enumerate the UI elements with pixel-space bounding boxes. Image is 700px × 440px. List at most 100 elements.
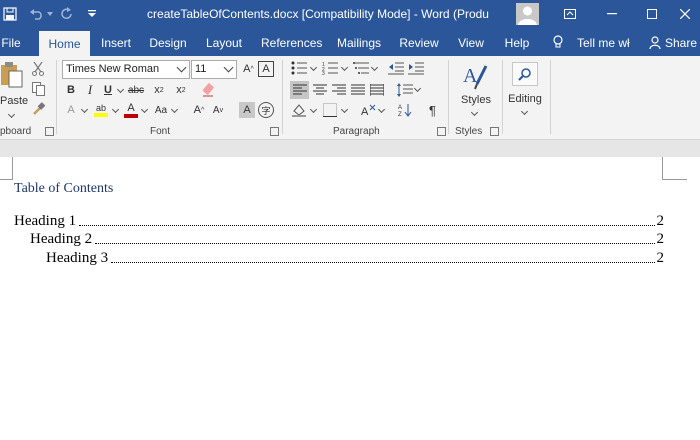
find-icon[interactable] (512, 62, 538, 86)
highlight-dropdown-icon[interactable] (111, 105, 120, 114)
customize-qat-icon[interactable] (84, 0, 100, 28)
align-center-icon[interactable] (311, 81, 328, 99)
distributed-icon[interactable] (368, 81, 385, 99)
tab-review[interactable]: Review (399, 28, 439, 56)
paste-icon[interactable] (0, 62, 24, 88)
align-left-icon[interactable] (290, 81, 309, 99)
show-hide-marks-icon[interactable]: ¶ (424, 102, 441, 118)
bold-icon[interactable]: B (63, 82, 79, 98)
tell-me-search[interactable]: Tell me wł (552, 28, 638, 56)
page-margin-corner-left (0, 157, 13, 180)
font-name-value: Times New Roman (66, 63, 160, 75)
toc-leader-dots (111, 262, 655, 263)
line-spacing-dropdown-icon[interactable] (413, 84, 422, 93)
svg-text:A: A (398, 105, 402, 111)
tab-help[interactable]: Help (503, 28, 531, 56)
text-effects-dropdown-icon[interactable] (80, 105, 89, 114)
ribbon: Paste pboard Times New Roman 11 A ^ A B I… (0, 56, 700, 140)
format-painter-icon[interactable] (30, 101, 46, 117)
asian-layout-dropdown-icon[interactable] (377, 105, 386, 114)
styles-button-label[interactable]: Styles (456, 93, 496, 107)
character-shading-icon[interactable]: A (239, 102, 255, 118)
decrease-font-icon[interactable]: Av (210, 102, 226, 118)
numbering-icon[interactable]: 123 (321, 60, 339, 76)
font-launcher-icon[interactable] (270, 127, 279, 136)
change-case-dropdown-icon[interactable] (170, 105, 179, 114)
tab-insert[interactable]: Insert (98, 28, 134, 56)
increase-font-icon[interactable]: A ^ (191, 102, 207, 118)
cut-icon[interactable] (30, 61, 46, 77)
font-color-icon[interactable]: A (123, 100, 139, 120)
bullets-dropdown-icon[interactable] (309, 63, 318, 72)
tab-mailings[interactable]: Mailings (335, 28, 383, 56)
asian-layout-icon[interactable]: A (358, 102, 378, 118)
justify-icon[interactable] (349, 81, 366, 99)
tab-file[interactable]: File (0, 28, 22, 56)
styles-launcher-icon[interactable] (490, 127, 499, 136)
share-button[interactable]: Share (648, 28, 698, 56)
close-icon[interactable] (670, 0, 700, 28)
toc-title[interactable]: Table of Contents (14, 181, 113, 197)
styles-dropdown-icon[interactable] (470, 108, 479, 117)
title-bar: createTableOfContents.docx [Compatibilit… (0, 0, 700, 28)
strikethrough-icon[interactable]: abc (126, 82, 146, 98)
save-icon[interactable] (0, 0, 20, 28)
font-color-dropdown-icon[interactable] (140, 105, 149, 114)
paste-dropdown-icon[interactable] (7, 110, 16, 119)
superscript-icon[interactable]: x2 (172, 82, 190, 98)
toc-entry[interactable]: Heading 2 2 (30, 230, 664, 248)
ribbon-tabs: File Home Insert Design Layout Reference… (0, 28, 700, 56)
line-spacing-icon[interactable] (396, 81, 413, 99)
tab-design[interactable]: Design (148, 28, 188, 56)
clipboard-group-label: pboard (0, 126, 32, 137)
increase-indent-icon[interactable] (407, 60, 425, 76)
shading-dropdown-icon[interactable] (309, 105, 318, 114)
user-avatar[interactable] (516, 3, 539, 25)
toc-entry[interactable]: Heading 1 2 (14, 212, 664, 230)
multilevel-dropdown-icon[interactable] (370, 63, 379, 72)
maximize-icon[interactable] (637, 0, 667, 28)
enclose-characters-icon[interactable]: 字 (258, 102, 274, 118)
tab-view[interactable]: View (455, 28, 487, 56)
sort-icon[interactable]: AZ (396, 102, 413, 118)
font-name-combo[interactable]: Times New Roman (62, 60, 190, 79)
clear-all-formatting-icon[interactable] (200, 82, 216, 98)
clipboard-launcher-icon[interactable] (45, 127, 54, 136)
borders-icon[interactable] (321, 102, 339, 118)
redo-icon[interactable] (58, 0, 76, 28)
toc-entry[interactable]: Heading 3 2 (46, 249, 664, 267)
change-case-icon[interactable]: Aa (153, 102, 169, 118)
shading-icon[interactable] (290, 102, 308, 118)
tab-layout[interactable]: Layout (204, 28, 244, 56)
copy-icon[interactable] (30, 81, 46, 97)
grow-font-icon[interactable]: A ^ (240, 60, 257, 78)
ribbon-display-options-icon[interactable] (555, 0, 585, 28)
editing-button-label[interactable]: Editing (504, 92, 546, 106)
clear-formatting-icon[interactable]: A (258, 61, 274, 77)
paragraph-launcher-icon[interactable] (437, 127, 446, 136)
decrease-indent-icon[interactable] (387, 60, 405, 76)
highlight-color-icon[interactable]: ab (92, 100, 110, 120)
numbering-dropdown-icon[interactable] (340, 63, 349, 72)
italic-icon[interactable]: I (82, 82, 98, 98)
group-divider (502, 60, 503, 134)
paste-label[interactable]: Paste (0, 94, 28, 108)
minimize-icon[interactable] (597, 0, 627, 28)
borders-dropdown-icon[interactable] (340, 105, 349, 114)
editing-dropdown-icon[interactable] (520, 107, 529, 116)
subscript-icon[interactable]: x2 (150, 82, 168, 98)
multilevel-list-icon[interactable] (352, 60, 370, 76)
align-right-icon[interactable] (330, 81, 347, 99)
group-divider (550, 60, 551, 134)
undo-icon[interactable] (26, 0, 48, 28)
underline-dropdown-icon[interactable] (116, 85, 125, 94)
text-effects-icon[interactable]: A (63, 102, 79, 118)
styles-icon[interactable]: A (461, 62, 491, 90)
underline-icon[interactable]: U (100, 82, 116, 98)
tab-references[interactable]: References (261, 28, 322, 56)
undo-dropdown-icon[interactable] (46, 0, 54, 28)
tab-home[interactable]: Home (39, 31, 90, 56)
toc-entry-text: Heading 3 (46, 250, 109, 266)
share-label: Share (665, 36, 698, 50)
bullets-icon[interactable] (290, 60, 308, 76)
